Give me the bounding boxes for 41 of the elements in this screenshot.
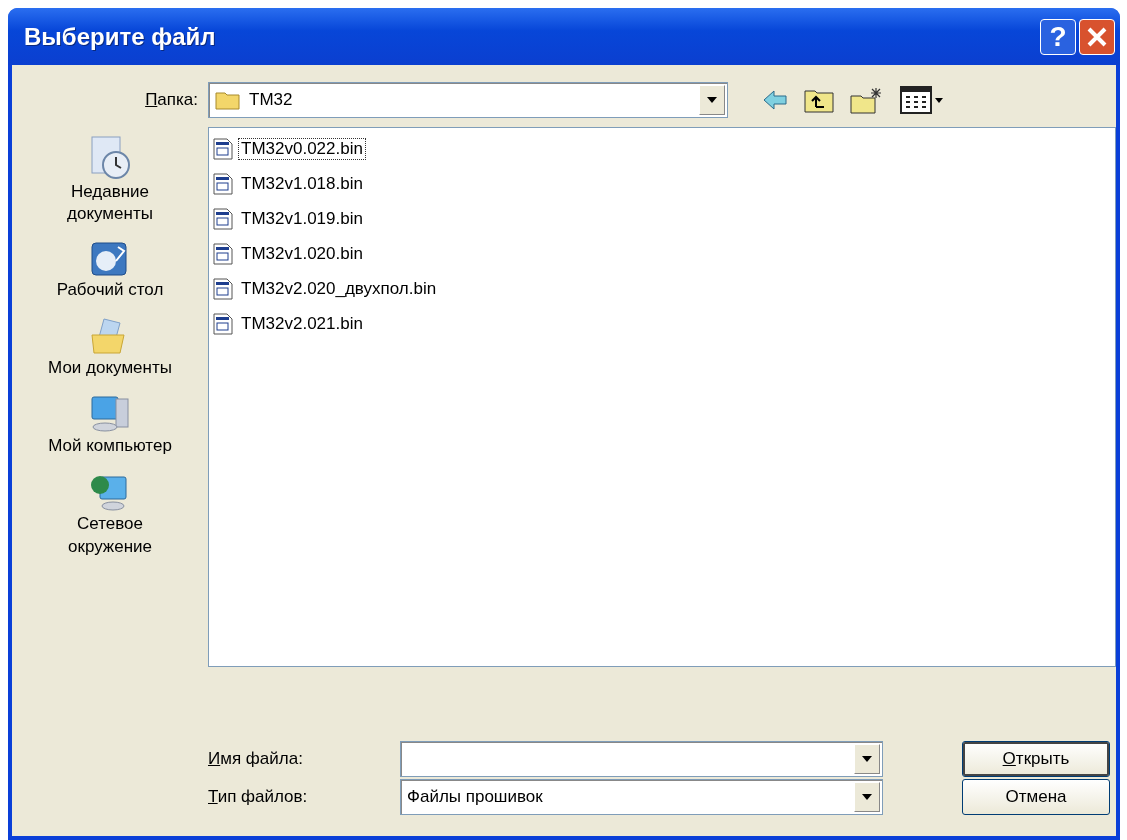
dropdown-button[interactable] (699, 85, 725, 115)
binary-file-icon (213, 243, 233, 265)
caret-icon (862, 756, 872, 762)
back-arrow-icon[interactable] (762, 89, 788, 111)
caret-icon (862, 794, 872, 800)
file-item[interactable]: TM32v2.020_двухпол.bin (213, 276, 1111, 302)
places-bar-item[interactable]: Рабочий стол (56, 239, 164, 302)
file-item[interactable]: TM32v1.020.bin (213, 241, 1111, 267)
binary-file-icon (213, 173, 233, 195)
file-item[interactable]: TM32v1.018.bin (213, 171, 1111, 197)
field-label: Имя файла: (208, 749, 304, 769)
folder-dropdown[interactable]: TM32 (208, 82, 728, 118)
binary-file-icon (213, 313, 233, 335)
binary-file-icon (213, 138, 233, 160)
places-bar-item[interactable]: Мой компьютер (48, 393, 172, 458)
cancel-button[interactable]: Отмена (962, 779, 1110, 815)
file-item[interactable]: TM32v2.021.bin (213, 311, 1111, 337)
binary-file-icon (213, 278, 233, 300)
dropdown-button[interactable] (854, 782, 880, 812)
open-button[interactable]: Открыть (962, 741, 1110, 777)
new-folder-icon[interactable] (850, 86, 884, 114)
dropdown-button[interactable] (854, 744, 880, 774)
field-label: Тип файлов: (208, 787, 309, 807)
file-item[interactable]: TM32v1.019.bin (213, 206, 1111, 232)
clock-document-icon (88, 135, 132, 181)
places-bar-item[interactable]: Недавние документы (67, 135, 153, 226)
file-type-dropdown[interactable]: Файлы прошивок (400, 779, 883, 815)
caret-icon (707, 97, 717, 103)
help-button[interactable]: ? (1040, 18, 1076, 55)
binary-file-icon (213, 208, 233, 230)
file-name-field[interactable] (400, 741, 883, 777)
file-item[interactable]: TM32v0.022.bin (213, 136, 1111, 162)
close-icon (1086, 25, 1108, 48)
places-bar-item[interactable]: Сетевое окружение (68, 471, 152, 558)
folder-icon (215, 90, 241, 110)
field-label: Папка: (144, 90, 199, 110)
places-bar-item[interactable]: Мои документы (48, 315, 172, 380)
view-menu-icon[interactable] (900, 86, 944, 114)
close-button[interactable] (1079, 18, 1115, 55)
window-title: Выберите файл (23, 22, 217, 51)
folder-up-icon[interactable] (804, 87, 834, 113)
